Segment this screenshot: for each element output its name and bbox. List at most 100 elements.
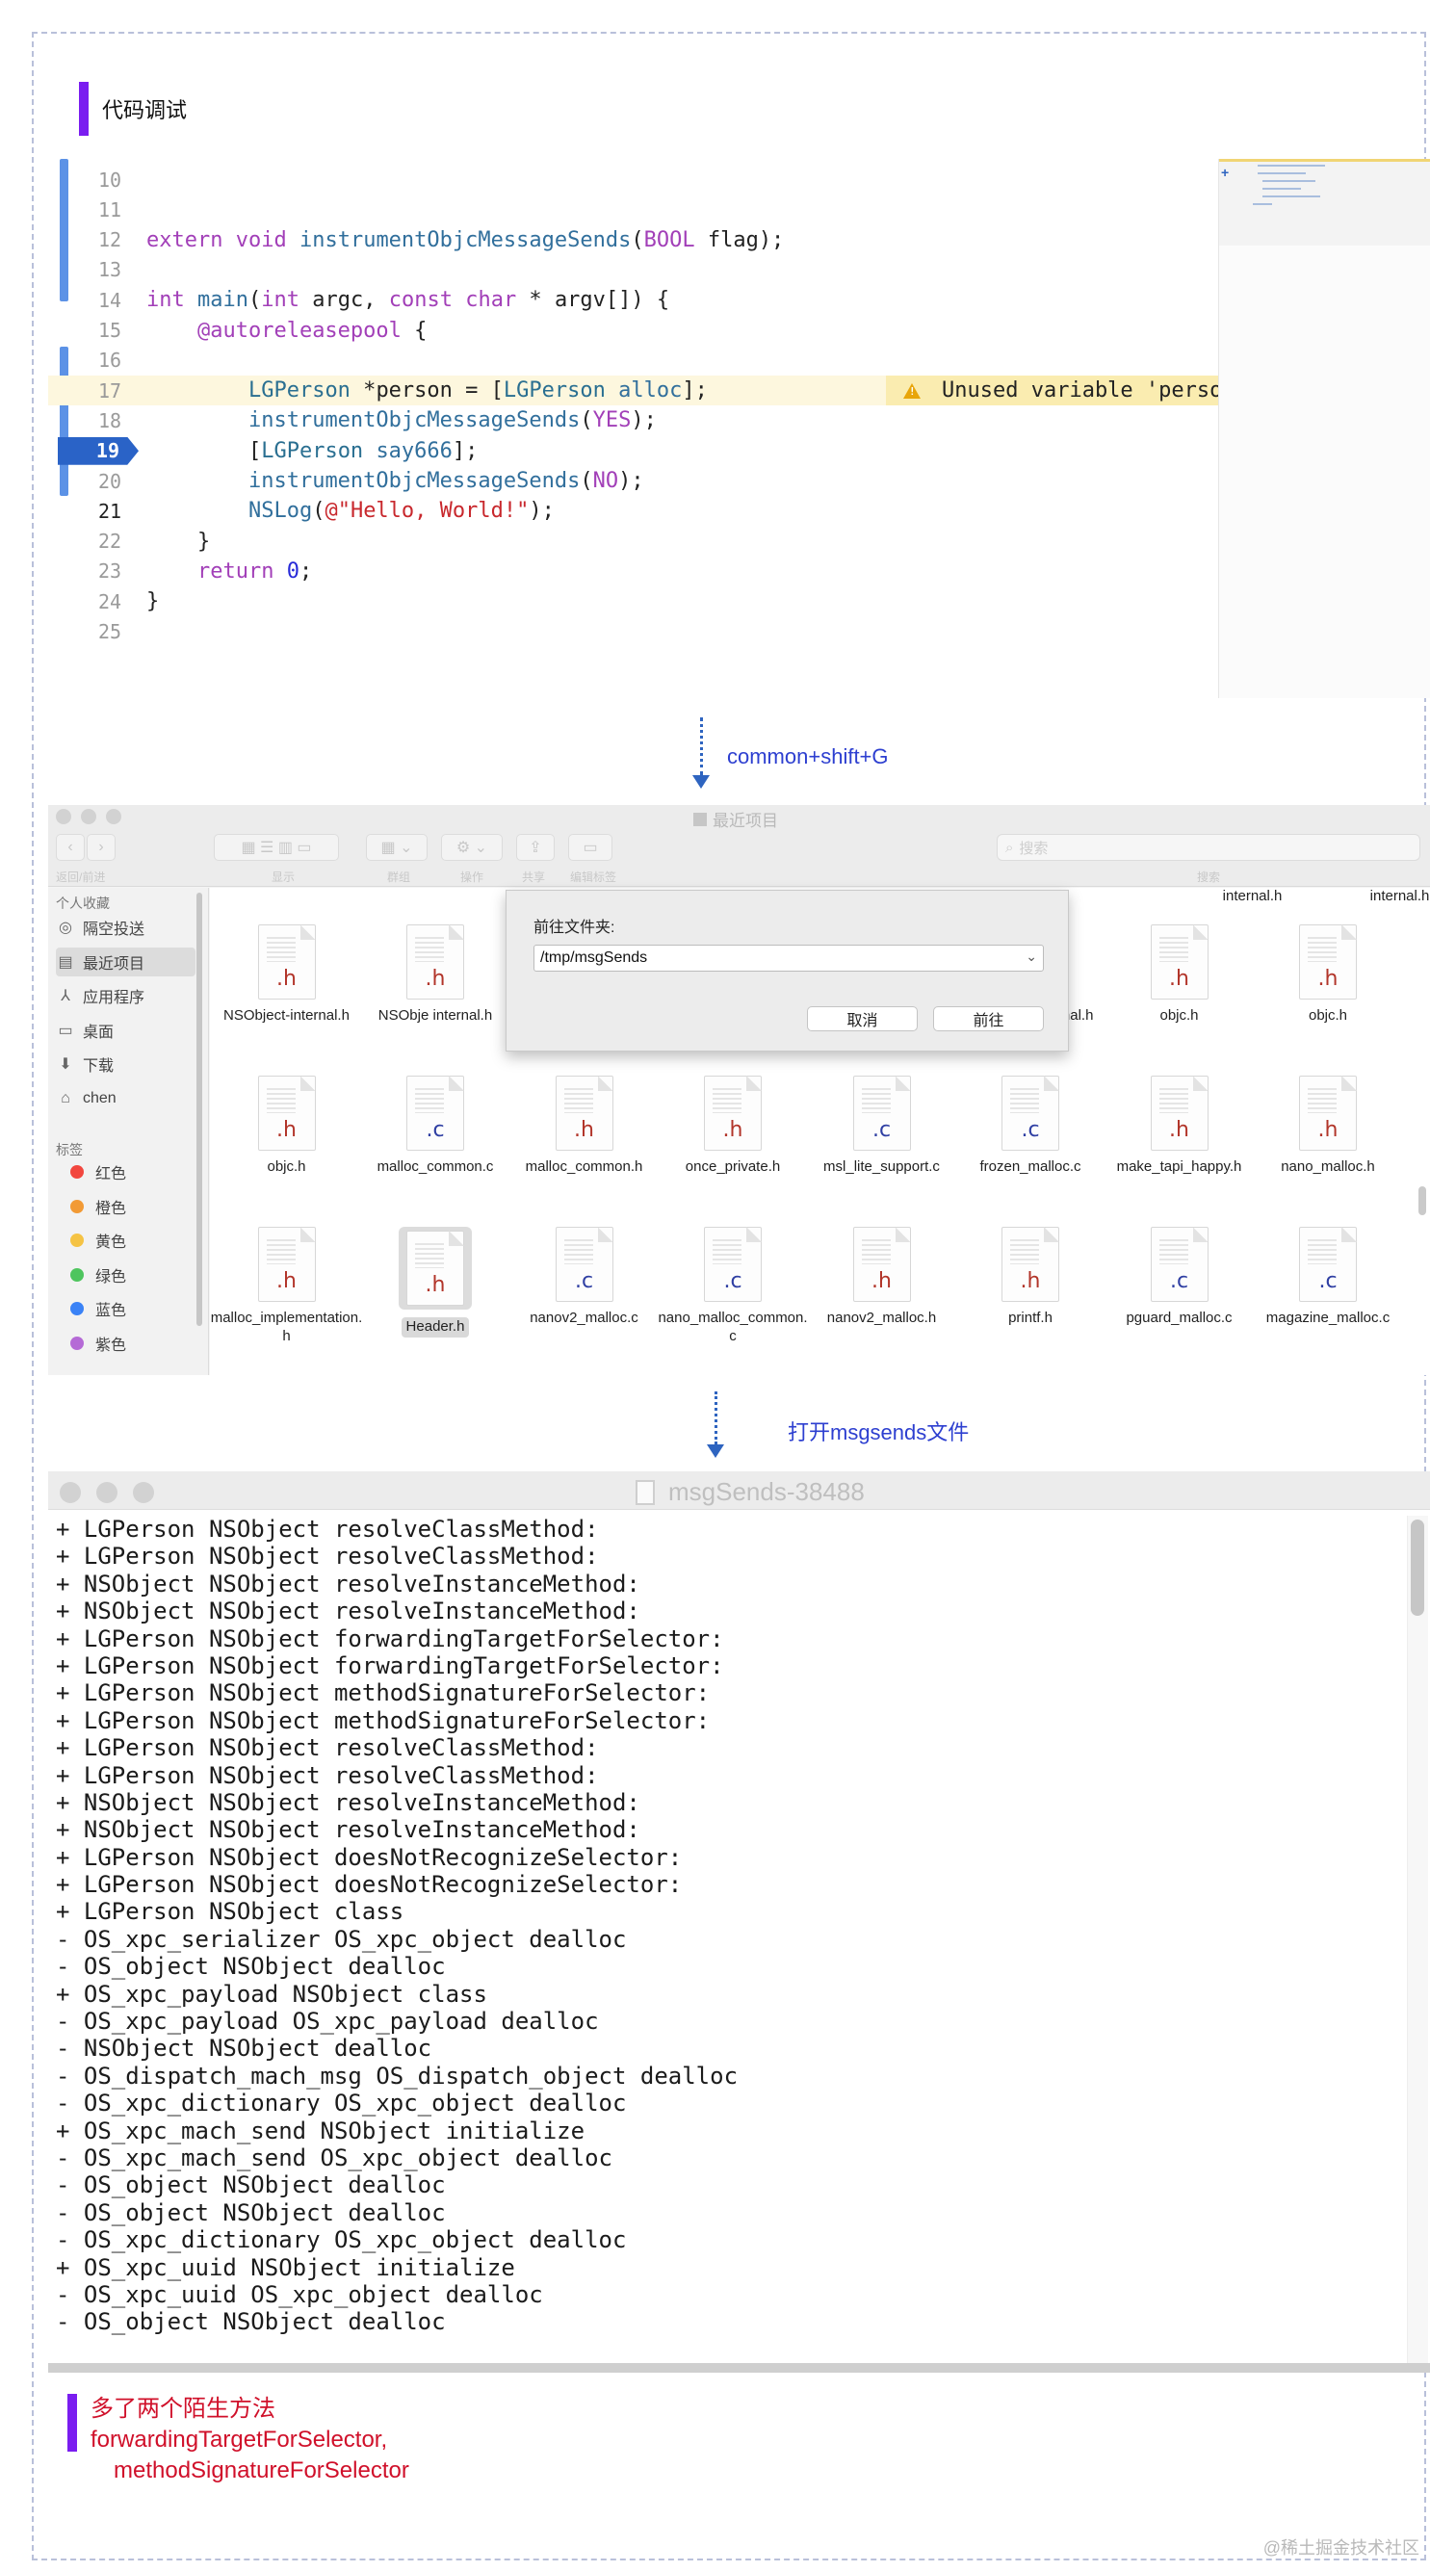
toolbar-label: 显示 <box>272 870 296 884</box>
file-item[interactable]: .h once_private.h <box>659 1076 808 1177</box>
watermark: @稀土掘金技术社区 <box>1262 2538 1419 2558</box>
code-line[interactable]: 20 instrumentObjcMessageSends(NO); <box>48 466 1218 496</box>
group-button[interactable]: ▦ ⌄ <box>366 834 428 861</box>
go-button[interactable]: 前往 <box>933 1006 1044 1031</box>
code-line[interactable]: 23 return 0; <box>48 557 1218 586</box>
file-name: objc.h <box>267 1158 306 1175</box>
toolbar-label: 共享 <box>522 870 546 884</box>
file-item[interactable]: .h printf.h <box>956 1227 1105 1328</box>
file-item[interactable]: .c magazine_malloc.c <box>1254 1227 1403 1328</box>
code-line[interactable]: 10 <box>48 165 1218 195</box>
sidebar-item[interactable]: ⅄ 应用程序 <box>56 981 195 1010</box>
file-item[interactable]: .h objc.h <box>1254 924 1403 1026</box>
file-item[interactable]: .h nanov2_malloc.h <box>807 1227 956 1328</box>
document-icon <box>636 1479 655 1505</box>
sidebar-tag-label: 绿色 <box>95 1268 127 1286</box>
file-item[interactable]: .c frozen_malloc.c <box>956 1076 1105 1177</box>
sidebar-tag[interactable]: 蓝色 <box>56 1294 195 1323</box>
file-item[interactable]: .c msl_lite_support.c <box>807 1076 956 1177</box>
home-icon: ⌂ <box>61 1089 70 1106</box>
h-file-icon: .h <box>852 1227 911 1302</box>
code-line[interactable]: 11 <box>48 195 1218 224</box>
file-item[interactable]: .c nanov2_malloc.c <box>509 1227 659 1328</box>
code-line[interactable]: 16 <box>48 346 1218 376</box>
sidebar-tag[interactable]: 橙色 <box>56 1192 195 1221</box>
arrow-down-icon <box>707 1444 724 1458</box>
search-input[interactable]: ⌕ 搜索 <box>997 834 1420 861</box>
code-line[interactable]: 22 } <box>48 527 1218 557</box>
sidebar-item[interactable]: ▤ 最近项目 <box>56 947 195 976</box>
code-line[interactable]: 17 LGPerson *person = [LGPerson alloc];U… <box>48 376 1248 406</box>
editor-scrollbar[interactable] <box>1411 1520 1424 1616</box>
code-line[interactable]: 18 instrumentObjcMessageSends(YES); <box>48 405 1218 435</box>
file-item[interactable]: .h NSObje internal.h <box>361 924 510 1026</box>
code-line[interactable]: 12 extern void instrumentObjcMessageSends… <box>48 225 1218 255</box>
sidebar-scrollbar[interactable] <box>196 893 202 1326</box>
sidebar-item[interactable]: ⌂ chen <box>56 1084 195 1113</box>
flow-arrow-line <box>700 717 703 775</box>
sidebar-tag[interactable]: 黄色 <box>56 1226 195 1255</box>
forward-button[interactable]: › <box>87 834 116 861</box>
line-number: 25 <box>98 620 122 643</box>
code-line[interactable]: 13 <box>48 255 1218 285</box>
file-item[interactable]: .h malloc_common.h <box>509 1076 659 1177</box>
editor-content[interactable]: + LGPerson NSObject resolveClassMethod: +… <box>56 1516 1394 2336</box>
minimap[interactable]: + <box>1218 159 1430 698</box>
code-editor[interactable]: 10 11 12 extern void instrumentObjcMessageS… <box>48 159 1430 698</box>
h-file-icon: .h <box>704 1076 762 1151</box>
file-item[interactable]: .h nano_malloc.h <box>1254 1076 1403 1177</box>
editor-bottom-bar <box>48 2363 1430 2373</box>
log-line: - OS_xpc_payload OS_xpc_payload dealloc <box>56 2008 599 2036</box>
code-line[interactable]: 21 NSLog(@"Hello, World!"); <box>48 496 1218 526</box>
airdrop-icon: ◎ <box>59 920 72 936</box>
finder-window: 最近项目 ‹ › 返回/前进 ▦ ☰ ▥ ▭ 显示 ▦ ⌄ 群组 ⚙ ⌄ 操作 … <box>48 805 1430 1375</box>
file-item[interactable]: .c nano_malloc_common.c <box>658 1227 808 1346</box>
tag-icon[interactable]: ▭ <box>568 834 612 861</box>
minimize-button[interactable] <box>96 1482 117 1503</box>
code-line[interactable]: 19 [LGPerson say666]; <box>48 436 1218 466</box>
sidebar-item[interactable]: ⬇ 下载 <box>56 1050 195 1078</box>
sidebar-tag[interactable]: 紫色 <box>56 1329 195 1358</box>
close-button[interactable] <box>56 809 71 824</box>
c-file-icon: .c <box>406 1076 464 1151</box>
share-icon[interactable]: ⇪ <box>516 834 555 861</box>
breakpoint-marker[interactable]: 19 <box>58 436 139 465</box>
log-line: + LGPerson NSObject resolveClassMethod: <box>56 1761 599 1789</box>
file-item[interactable]: .c malloc_common.c <box>361 1076 510 1177</box>
view-mode-buttons[interactable]: ▦ ☰ ▥ ▭ <box>214 834 339 861</box>
zoom-button[interactable] <box>106 809 121 824</box>
file-name: pguard_malloc.c <box>1126 1310 1233 1326</box>
file-item[interactable]: .h make_tapi_happy.h <box>1105 1076 1254 1177</box>
code-line[interactable]: 24} <box>48 586 1218 616</box>
file-item[interactable]: .h malloc_implementation.h <box>211 1227 362 1346</box>
cancel-button[interactable]: 取消 <box>807 1006 918 1031</box>
toolbar-label: 搜索 <box>1197 870 1221 884</box>
chevron-down-icon[interactable]: ⌄ <box>1026 948 1037 965</box>
code-line[interactable]: 15 @autoreleasepool { <box>48 316 1218 346</box>
sidebar-tag[interactable]: 红色 <box>56 1157 195 1186</box>
warning-badge[interactable]: Unused variable 'person' <box>886 376 1248 406</box>
code-line[interactable]: 14 int main(int argc, const char * argv[]… <box>48 285 1218 315</box>
sidebar-item-label: 应用程序 <box>83 990 145 1006</box>
sidebar-item-label: 下载 <box>83 1058 115 1075</box>
gear-icon[interactable]: ⚙ ⌄ <box>441 834 503 861</box>
file-item[interactable]: .h objc.h <box>1105 924 1254 1026</box>
file-item[interactable]: .h objc.h <box>212 1076 361 1177</box>
folder-path-input[interactable]: /tmp/msgSends ⌄ <box>533 945 1044 972</box>
minimap-viewport[interactable] <box>1219 159 1430 246</box>
close-button[interactable] <box>60 1482 81 1503</box>
code-line[interactable]: 25 <box>48 617 1218 647</box>
grid-scrollbar[interactable] <box>1418 1186 1426 1215</box>
zoom-button[interactable] <box>133 1482 154 1503</box>
minimize-button[interactable] <box>81 809 96 824</box>
file-name: malloc_common.c <box>377 1158 494 1175</box>
back-button[interactable]: ‹ <box>56 834 85 861</box>
sidebar-tag[interactable]: 绿色 <box>56 1260 195 1289</box>
file-item[interactable]: .h Header.h <box>361 1227 510 1338</box>
file-item[interactable]: .h NSObject-internal.h <box>212 924 361 1026</box>
editor-scroll-track[interactable] <box>1407 1516 1428 2363</box>
sidebar-item[interactable]: ▭ 桌面 <box>56 1016 195 1045</box>
file-item[interactable]: .c pguard_malloc.c <box>1105 1227 1254 1328</box>
code-text: LGPerson *person = [LGPerson alloc]; <box>247 378 708 403</box>
sidebar-item[interactable]: ◎ 隔空投送 <box>56 913 195 942</box>
